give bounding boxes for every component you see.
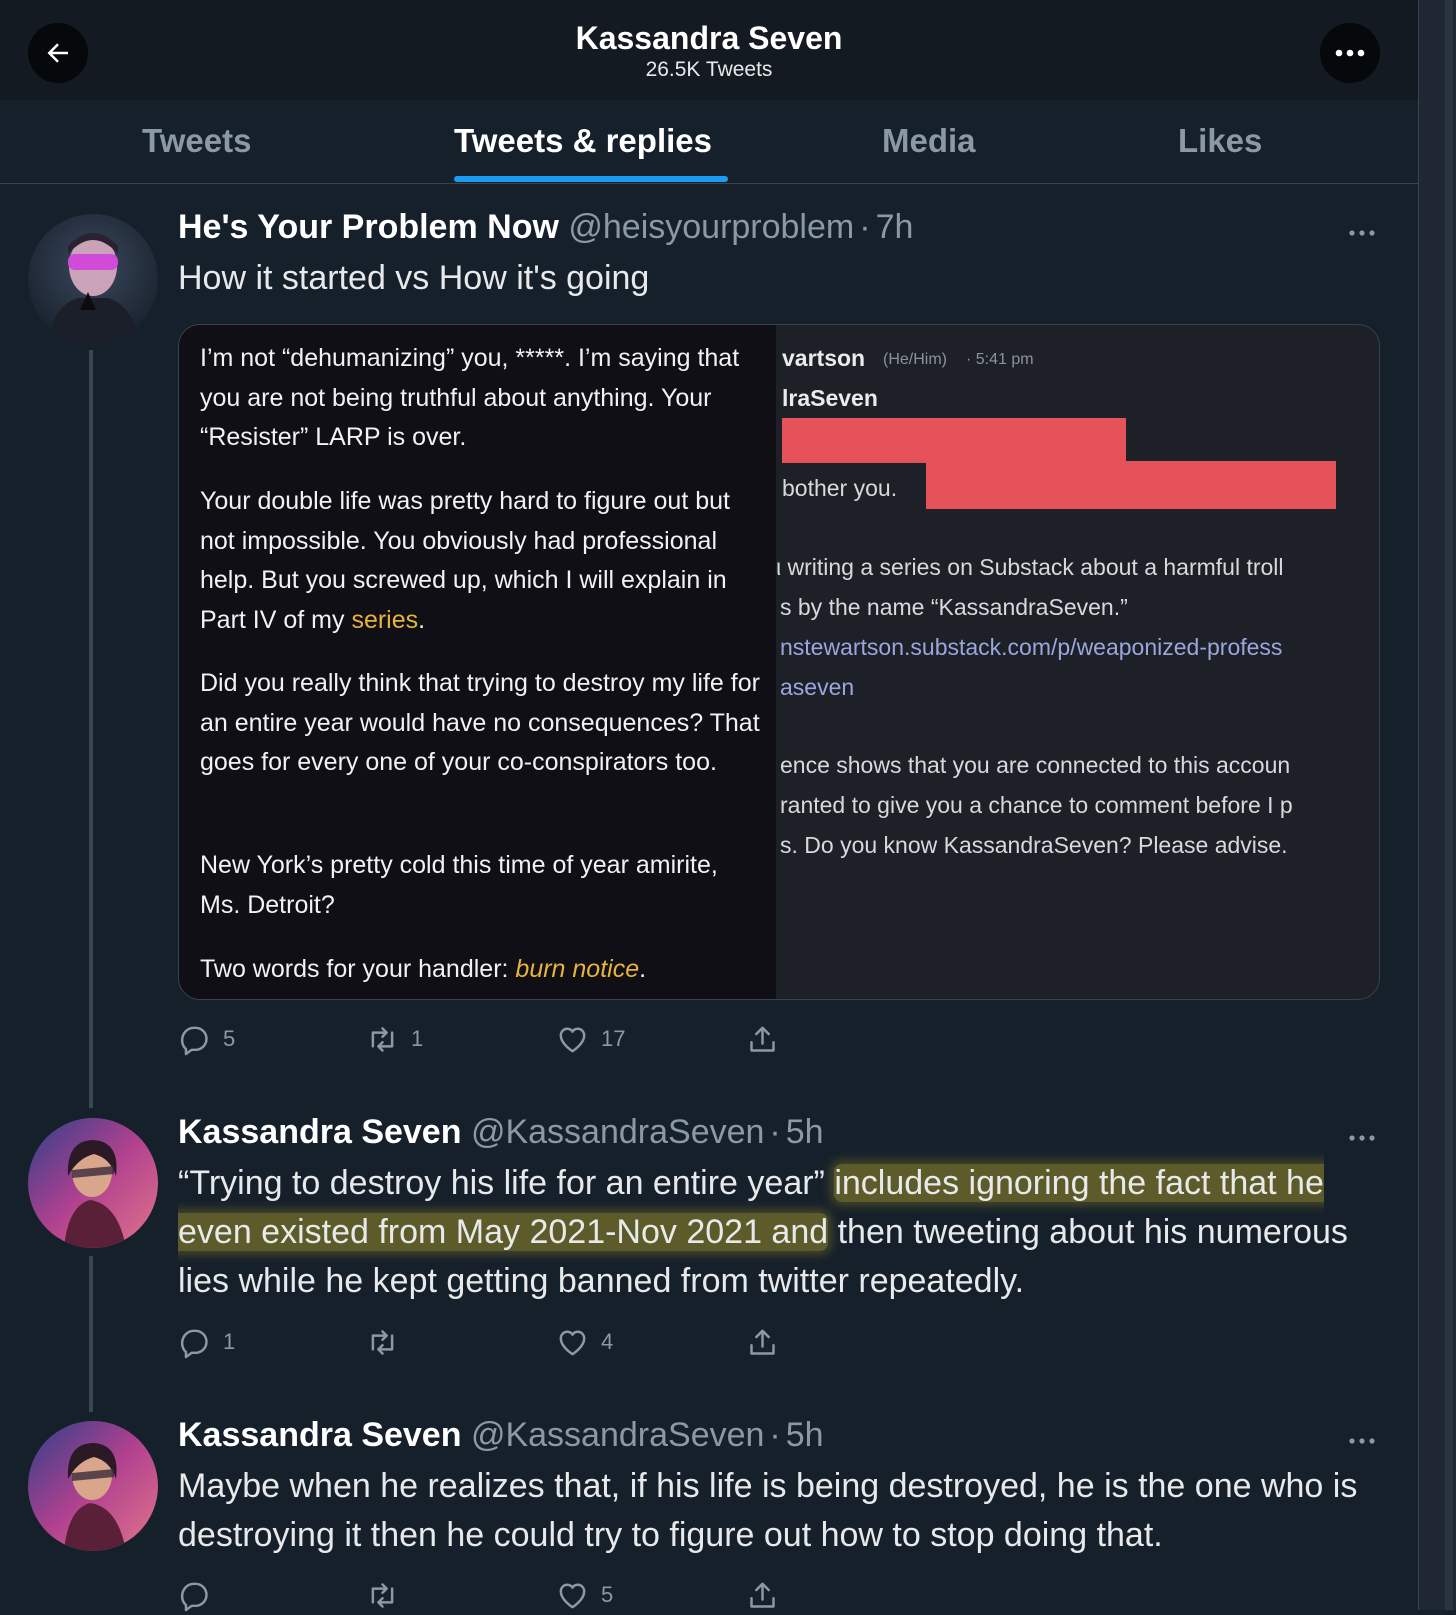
burn-notice-link: burn notice (515, 955, 640, 983)
retweet-icon (371, 1329, 394, 1355)
card-paragraph: I’m not “dehumanizing” you, *****. I’m s… (200, 344, 740, 451)
retweet-icon (371, 1582, 394, 1608)
avatar[interactable] (28, 214, 158, 344)
email-line: ence shows that you are connected to thi… (780, 752, 1291, 778)
screenshot-left-panel: I’m not “dehumanizing” you, *****. I’m s… (179, 325, 776, 999)
like-icon (559, 1583, 586, 1608)
avatar[interactable] (28, 1421, 158, 1551)
tweet-header: Kassandra Seven @KassandraSeven · 5h (178, 1113, 824, 1152)
tweet-time[interactable]: 7h (876, 208, 914, 246)
like-button[interactable]: 4 (556, 1322, 613, 1362)
more-icon (1349, 230, 1375, 236)
tweet-more-button[interactable] (1348, 1129, 1378, 1147)
author-handle[interactable]: @KassandraSeven (471, 1113, 764, 1151)
like-button[interactable]: 5 (556, 1575, 613, 1615)
card-paragraph: New York’s pretty cold this time of year… (200, 851, 718, 919)
separator-dot: · (859, 208, 871, 246)
like-count: 17 (601, 1026, 626, 1051)
reply-button[interactable]: 5 (178, 1019, 235, 1059)
tweet-count: 26.5K Tweets (645, 58, 773, 81)
share-icon (750, 1329, 775, 1355)
like-count: 5 (601, 1582, 614, 1607)
card-paragraph: Two words for your handler: burn notice. (200, 955, 647, 983)
more-options-button[interactable] (1320, 23, 1380, 83)
retweet-count: 1 (411, 1026, 424, 1051)
profile-header: Kassandra Seven 26.5K Tweets (0, 0, 1418, 100)
email-line: ranted to give you a chance to comment b… (780, 792, 1293, 818)
profile-app: Kassandra Seven 26.5K Tweets Tweets Twee… (0, 0, 1419, 1611)
avatar[interactable] (28, 1118, 158, 1248)
tweet-more-button[interactable] (1348, 1432, 1378, 1450)
author-name[interactable]: He's Your Problem Now (178, 208, 559, 246)
reply-icon (180, 1026, 208, 1055)
retweet-icon (371, 1026, 394, 1052)
card-paragraph: Did you really think that trying to dest… (200, 669, 760, 776)
email-line: s. Do you know KassandraSeven? Please ad… (780, 832, 1288, 858)
author-name[interactable]: Kassandra Seven (178, 1113, 462, 1151)
thread-line (89, 350, 93, 1108)
scrollbar[interactable] (1445, 0, 1453, 1610)
tweet-image[interactable]: I’m not “dehumanizing” you, *****. I’m s… (178, 324, 1380, 1000)
reply-button[interactable] (178, 1575, 223, 1615)
author-name[interactable]: Kassandra Seven (178, 1416, 462, 1454)
email-link: aseven (780, 674, 855, 700)
reply-count: 5 (223, 1026, 236, 1051)
more-icon (1349, 1438, 1375, 1444)
email-line: bother you. (782, 475, 898, 501)
active-tab-indicator (454, 176, 728, 182)
tweet-text: “Trying to destroy his life for an entir… (178, 1164, 1348, 1300)
tweet-more-button[interactable] (1348, 224, 1378, 242)
email-time: · 5:41 pm (966, 351, 1034, 368)
like-icon (559, 1330, 586, 1355)
more-icon (1335, 49, 1365, 57)
tweet-time[interactable]: 5h (786, 1416, 824, 1454)
tweet-text: How it started vs How it's going (178, 259, 650, 297)
tweet-text: Maybe when he realizes that, if his life… (178, 1467, 1358, 1554)
separator-dot: · (769, 1113, 781, 1151)
retweet-button[interactable] (366, 1575, 411, 1615)
redaction-bar (926, 461, 1336, 509)
profile-name: Kassandra Seven (575, 20, 843, 56)
author-handle[interactable]: @KassandraSeven (471, 1416, 764, 1454)
profile-tabs: Tweets Tweets & replies Media Likes (0, 100, 1418, 184)
reply-icon (180, 1582, 208, 1611)
reply-icon (180, 1329, 208, 1358)
like-count: 4 (601, 1329, 614, 1354)
tweet-header: Kassandra Seven @KassandraSeven · 5h (178, 1416, 824, 1455)
like-button[interactable]: 17 (556, 1019, 625, 1059)
email-sender: vartson (782, 345, 866, 371)
like-icon (559, 1027, 586, 1052)
email-line: s by the name “KassandraSeven.” (780, 594, 1128, 620)
share-button[interactable] (746, 1322, 779, 1362)
tab-media[interactable]: Media (882, 122, 976, 160)
screenshot-right-panel: vartson (He/Him) · 5:41 pm lraSeven both… (776, 325, 1379, 999)
card-paragraph: Your double life was pretty hard to figu… (200, 487, 730, 634)
retweet-button[interactable] (366, 1322, 411, 1362)
tab-tweets-and-replies[interactable]: Tweets & replies (454, 122, 712, 160)
separator-dot: · (769, 1416, 781, 1454)
retweet-button[interactable]: 1 (366, 1019, 423, 1059)
tweet-time[interactable]: 5h (786, 1113, 824, 1151)
share-icon (750, 1026, 775, 1052)
background-strip (1419, 0, 1456, 1610)
reply-button[interactable]: 1 (178, 1322, 235, 1362)
email-recipient: lraSeven (782, 385, 878, 411)
share-icon (750, 1582, 775, 1608)
author-handle[interactable]: @heisyourproblem (568, 208, 854, 246)
tab-tweets[interactable]: Tweets (142, 122, 251, 160)
share-button[interactable] (746, 1019, 779, 1059)
email-line: ι writing a series on Substack about a h… (776, 554, 1284, 580)
email-link: nstewartson.substack.com/p/weaponized-pr… (780, 634, 1283, 660)
reply-count: 1 (223, 1329, 236, 1354)
series-link: series (351, 605, 419, 634)
more-icon (1349, 1135, 1375, 1141)
tab-likes[interactable]: Likes (1178, 122, 1262, 160)
email-pronouns: (He/Him) (883, 351, 947, 368)
share-button[interactable] (746, 1575, 779, 1615)
thread-line (89, 1256, 93, 1412)
tweet-header: He's Your Problem Now @heisyourproblem · 7… (178, 208, 913, 247)
redaction-bar (782, 418, 1126, 463)
